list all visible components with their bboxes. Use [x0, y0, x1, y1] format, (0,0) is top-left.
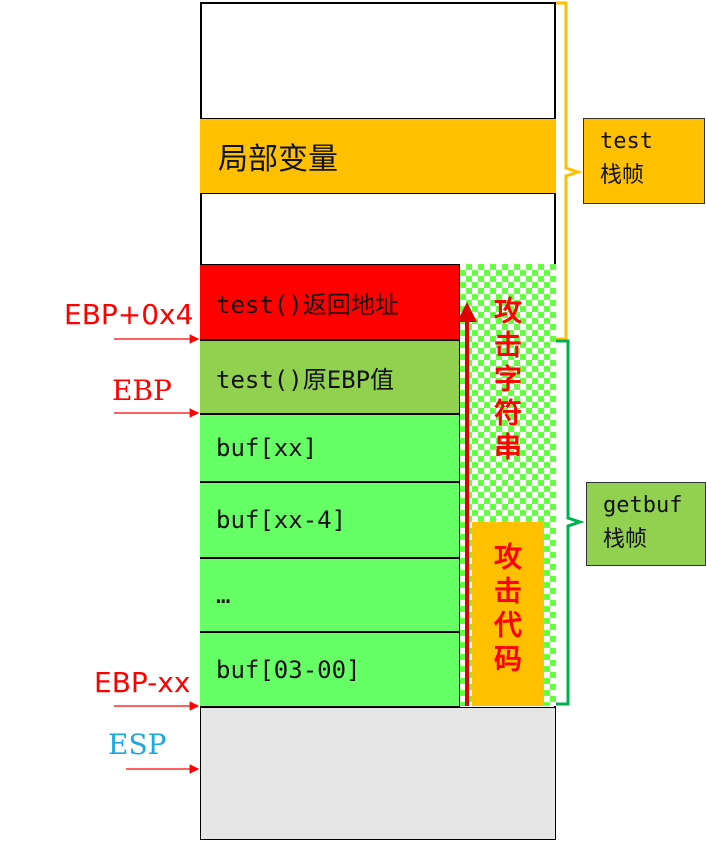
test-frame-name: test: [600, 129, 653, 154]
getbuf-frame-brace: [556, 339, 585, 706]
ebp-minus-label: EBP-xx: [94, 666, 191, 699]
attack-code-label: 攻击代码: [490, 542, 523, 678]
ebp-label: EBP: [112, 374, 172, 407]
ebp-plus-label: EBP+0x4: [64, 298, 194, 331]
test-frame-suffix: 栈帧: [600, 163, 645, 188]
attack-string-label: 攻击字符串: [490, 296, 523, 466]
getbuf-frame-legend: getbuf 栈帧: [586, 482, 706, 566]
esp-label: ESP: [108, 728, 167, 761]
getbuf-frame-suffix: 栈帧: [603, 527, 648, 552]
test-frame-brace: [556, 1, 583, 341]
getbuf-frame-name: getbuf: [603, 493, 683, 518]
test-frame-legend: test 栈帧: [583, 118, 705, 204]
